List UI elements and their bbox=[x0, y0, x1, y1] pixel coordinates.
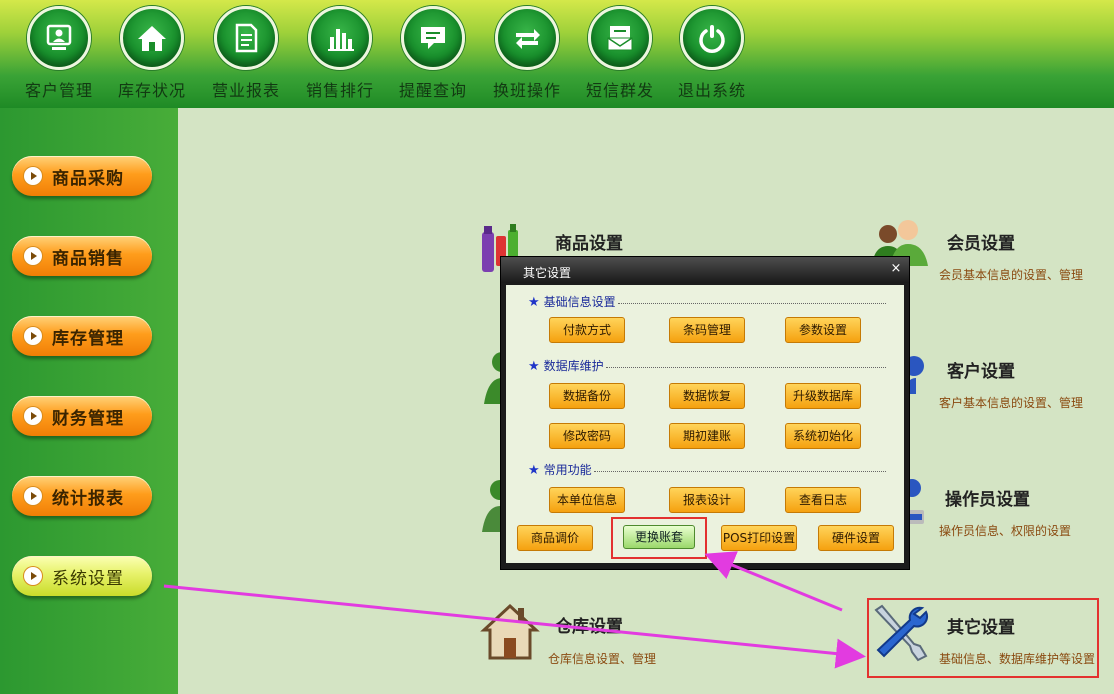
top-toolbar: 客户管理 库存状况 营业报表 销售排行 提醒查询 换班操作 短信群发 退出系统 bbox=[0, 0, 1114, 108]
section-database: ★ 数据库维护 bbox=[528, 357, 604, 374]
message-icon bbox=[401, 6, 465, 70]
star-icon: ★ bbox=[528, 463, 540, 478]
sidebar-item-system-settings[interactable]: 系统设置 bbox=[12, 556, 152, 596]
system-init-button[interactable]: 系统初始化 bbox=[785, 423, 861, 449]
nav-report[interactable]: 营业报表 bbox=[206, 6, 286, 101]
section-divider bbox=[594, 471, 886, 472]
nav-inventory[interactable]: 库存状况 bbox=[112, 6, 192, 101]
sidebar-item-label: 库存管理 bbox=[52, 328, 124, 349]
sidebar-item-statistics[interactable]: 统计报表 bbox=[12, 476, 152, 516]
section-divider bbox=[618, 303, 886, 304]
company-info-button[interactable]: 本单位信息 bbox=[549, 487, 625, 513]
data-backup-button[interactable]: 数据备份 bbox=[549, 383, 625, 409]
other-settings-highlight bbox=[867, 598, 1099, 678]
warehouse-settings-title[interactable]: 仓库设置 bbox=[555, 612, 623, 637]
operator-settings-desc: 操作员信息、权限的设置 bbox=[939, 524, 1072, 538]
nav-label: 营业报表 bbox=[211, 81, 280, 100]
nav-customer[interactable]: 客户管理 bbox=[19, 6, 99, 101]
dialog-titlebar[interactable]: 其它设置 × bbox=[501, 257, 909, 283]
price-adjust-button[interactable]: 商品调价 bbox=[517, 525, 593, 551]
nav-sales-rank[interactable]: 销售排行 bbox=[300, 6, 380, 101]
operator-left-icon-partial bbox=[482, 472, 510, 540]
nav-label: 提醒查询 bbox=[398, 81, 467, 100]
switch-account-highlight bbox=[611, 517, 707, 559]
section-common: ★ 常用功能 bbox=[528, 461, 592, 478]
section-divider bbox=[606, 367, 886, 368]
goods-settings-title[interactable]: 商品设置 bbox=[555, 229, 623, 254]
nav-exit[interactable]: 退出系统 bbox=[672, 6, 752, 101]
barcode-management-button[interactable]: 条码管理 bbox=[669, 317, 745, 343]
dialog-title: 其它设置 bbox=[523, 266, 572, 280]
nav-label: 客户管理 bbox=[24, 81, 93, 100]
play-icon bbox=[24, 567, 42, 585]
nav-label: 换班操作 bbox=[492, 81, 561, 100]
sms-icon bbox=[588, 6, 652, 70]
customer-settings-title[interactable]: 客户设置 bbox=[947, 357, 1015, 382]
view-log-button[interactable]: 查看日志 bbox=[785, 487, 861, 513]
pos-print-settings-button[interactable]: POS打印设置 bbox=[721, 525, 797, 551]
sidebar-item-label: 财务管理 bbox=[52, 408, 124, 429]
sidebar-item-finance[interactable]: 财务管理 bbox=[12, 396, 152, 436]
nav-reminder[interactable]: 提醒查询 bbox=[393, 6, 473, 101]
member-settings-desc: 会员基本信息的设置、管理 bbox=[939, 268, 1084, 282]
play-icon bbox=[24, 167, 42, 185]
star-icon: ★ bbox=[528, 295, 540, 310]
nav-label: 库存状况 bbox=[117, 81, 186, 100]
warehouse-settings-desc: 仓库信息设置、管理 bbox=[548, 652, 657, 666]
close-icon[interactable]: × bbox=[889, 262, 903, 276]
sidebar-item-label: 商品销售 bbox=[52, 248, 124, 269]
operator-settings-title[interactable]: 操作员设置 bbox=[945, 485, 1030, 510]
payment-method-button[interactable]: 付款方式 bbox=[549, 317, 625, 343]
section-label: 基础信息设置 bbox=[543, 295, 616, 309]
nav-label: 销售排行 bbox=[305, 81, 374, 100]
section-basic-info: ★ 基础信息设置 bbox=[528, 293, 616, 310]
hardware-settings-button[interactable]: 硬件设置 bbox=[818, 525, 894, 551]
section-label: 常用功能 bbox=[543, 463, 592, 477]
customer-icon bbox=[27, 6, 91, 70]
nav-shift[interactable]: 换班操作 bbox=[487, 6, 567, 101]
sidebar: 商品采购 商品销售 库存管理 财务管理 统计报表 系统设置 bbox=[0, 108, 178, 694]
play-icon bbox=[24, 247, 42, 265]
star-icon: ★ bbox=[528, 359, 540, 374]
sidebar-item-inventory[interactable]: 库存管理 bbox=[12, 316, 152, 356]
sidebar-item-sales[interactable]: 商品销售 bbox=[12, 236, 152, 276]
change-password-button[interactable]: 修改密码 bbox=[549, 423, 625, 449]
nav-label: 短信群发 bbox=[585, 81, 654, 100]
home-icon bbox=[120, 6, 184, 70]
play-icon bbox=[24, 327, 42, 345]
data-restore-button[interactable]: 数据恢复 bbox=[669, 383, 745, 409]
parameter-settings-button[interactable]: 参数设置 bbox=[785, 317, 861, 343]
bar-chart-icon bbox=[308, 6, 372, 70]
power-icon bbox=[680, 6, 744, 70]
section-label: 数据库维护 bbox=[543, 359, 604, 373]
member-settings-title[interactable]: 会员设置 bbox=[947, 229, 1015, 254]
play-icon bbox=[24, 407, 42, 425]
warehouse-settings-icon[interactable] bbox=[480, 602, 540, 666]
customer-settings-desc: 客户基本信息的设置、管理 bbox=[939, 396, 1084, 410]
nav-label: 退出系统 bbox=[677, 81, 746, 100]
report-icon bbox=[214, 6, 278, 70]
report-design-button[interactable]: 报表设计 bbox=[669, 487, 745, 513]
sidebar-item-purchase[interactable]: 商品采购 bbox=[12, 156, 152, 196]
sidebar-item-label: 统计报表 bbox=[52, 488, 124, 509]
sidebar-item-label: 系统设置 bbox=[52, 568, 124, 589]
swap-icon bbox=[495, 6, 559, 70]
sidebar-item-label: 商品采购 bbox=[52, 168, 124, 189]
opening-accounts-button[interactable]: 期初建账 bbox=[669, 423, 745, 449]
upgrade-database-button[interactable]: 升级数据库 bbox=[785, 383, 861, 409]
nav-sms[interactable]: 短信群发 bbox=[580, 6, 660, 101]
play-icon bbox=[24, 487, 42, 505]
